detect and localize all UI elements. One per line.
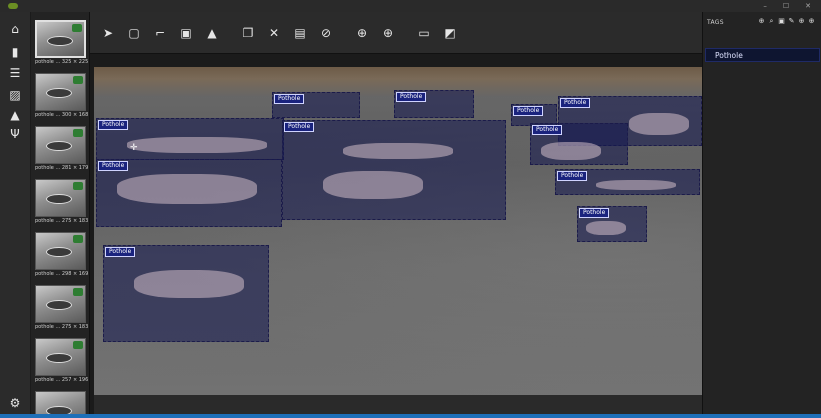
thumbnail-caption: pothole ... 275 × 183: [35, 324, 89, 330]
tagged-badge-icon: [73, 341, 83, 349]
plug-icon[interactable]: Ψ: [8, 127, 22, 141]
tagged-badge-icon: [72, 24, 82, 32]
thumbnail-item[interactable]: pothole ... 281 × 179: [35, 126, 89, 171]
thumbnail-caption: pothole ... 257 × 196: [35, 377, 89, 383]
thumbnail-caption: pothole ... 275 × 183: [35, 218, 89, 224]
tagged-badge-icon: [73, 288, 83, 296]
next-icon[interactable]: ⊕: [380, 25, 396, 41]
thumbnail-image: [35, 338, 86, 376]
nav-rail: ⌂ ▮ ☰ ▨ ▲ Ψ ⚙: [0, 12, 30, 418]
region-tag: Pothole: [98, 120, 129, 130]
region-box[interactable]: Pothole: [530, 123, 628, 165]
thumbnail-item[interactable]: pothole ... 275 × 183: [35, 179, 89, 224]
image-icon[interactable]: ▨: [8, 88, 22, 102]
region-tag: Pothole: [513, 106, 544, 116]
copy-rectangle-icon[interactable]: ▣: [178, 25, 194, 41]
region-tag: Pothole: [274, 94, 305, 104]
region-tag: Pothole: [396, 92, 427, 102]
thumbnail-image: [35, 126, 86, 164]
region-tag: Pothole: [284, 122, 315, 132]
thumbnail-item[interactable]: pothole ... 325 × 225: [35, 20, 89, 65]
window-controls: – ☐ ✕: [763, 0, 811, 12]
previous-icon[interactable]: ⊕: [354, 25, 370, 41]
region-box[interactable]: Pothole: [394, 90, 474, 118]
status-strip: [0, 414, 821, 418]
cut-icon[interactable]: ✕: [266, 25, 282, 41]
region-box[interactable]: Pothole: [577, 206, 647, 242]
paste-icon[interactable]: ▤: [292, 25, 308, 41]
region-tag: Pothole: [98, 161, 129, 171]
image-canvas[interactable]: Pothole Pothole Pothole Pothole Pothole …: [94, 67, 702, 395]
region-tag: Pothole: [105, 247, 136, 257]
crosshair-cursor-icon: ✛: [130, 143, 138, 153]
title-bar: – ☐ ✕: [0, 0, 821, 12]
maximize-icon[interactable]: ☐: [783, 0, 789, 12]
region-box[interactable]: Pothole: [555, 169, 700, 195]
thumbnail-item[interactable]: pothole ... 275 × 183: [35, 285, 89, 330]
region-box[interactable]: Pothole: [96, 159, 282, 227]
app-logo-icon: [8, 3, 18, 9]
add-tag-icon[interactable]: ⊕: [758, 18, 765, 25]
thumbnail-caption: pothole ... 281 × 179: [35, 165, 89, 171]
thumbnail-caption: pothole ... 325 × 225: [35, 59, 89, 65]
export-icon[interactable]: ◩: [442, 25, 458, 41]
settings-icon[interactable]: ⚙: [8, 396, 22, 410]
tagged-badge-icon: [73, 182, 83, 190]
thumbnail-caption: pothole ... 300 × 168: [35, 112, 89, 118]
thumbnail-image: [35, 285, 86, 323]
rectangle-icon[interactable]: ▢: [126, 25, 142, 41]
region-tag: Pothole: [579, 208, 610, 218]
region-tag: Pothole: [557, 171, 588, 181]
tagged-badge-icon: [73, 235, 83, 243]
close-icon[interactable]: ✕: [805, 0, 811, 12]
sliders-icon[interactable]: ☰: [8, 66, 22, 80]
region-box[interactable]: Pothole: [272, 92, 360, 118]
thumbnail-item[interactable]: pothole ... 257 × 196: [35, 338, 89, 383]
thumbnail-caption: pothole ... 298 × 169: [35, 271, 89, 277]
tagged-badge-icon: [73, 129, 83, 137]
region-tag: Pothole: [560, 98, 591, 108]
clear-icon[interactable]: ⊘: [318, 25, 334, 41]
save-icon[interactable]: ▭: [416, 25, 432, 41]
region-box[interactable]: Pothole: [282, 120, 506, 220]
editor-toolbar: ➤ ▢ ⌐ ▣ ▲ ❐ ✕ ▤ ⊘ ⊕ ⊕ ▭ ◩: [90, 12, 702, 54]
tag-item-pothole[interactable]: Pothole: [705, 48, 820, 62]
thumbnail-item[interactable]: pothole ... 298 × 169: [35, 232, 89, 277]
thumbnail-image: [35, 20, 86, 58]
edit-tag-icon[interactable]: ✎: [788, 18, 795, 25]
thumbnail-strip: pothole ... 325 × 225 pothole ... 300 × …: [31, 12, 90, 418]
region-box[interactable]: Pothole: [103, 245, 269, 342]
polygon-icon[interactable]: ⌐: [152, 25, 168, 41]
bookmark-icon[interactable]: ▮: [8, 45, 22, 59]
tagged-badge-icon: [73, 76, 83, 84]
tags-panel-title: TAGS: [707, 19, 724, 26]
thumbnail-image: [35, 179, 86, 217]
tags-actions: ⊕ ⌕ ▣ ✎ ⊕ ⊕: [758, 18, 815, 25]
search-tags-icon[interactable]: ⌕: [768, 18, 775, 25]
copy-icon[interactable]: ❐: [240, 25, 256, 41]
minimize-icon[interactable]: –: [763, 0, 767, 12]
home-icon[interactable]: ⌂: [8, 22, 22, 36]
thumbnail-image: [35, 232, 86, 270]
lock-tag-icon[interactable]: ▣: [778, 18, 785, 25]
active-learning-icon[interactable]: ▲: [204, 25, 220, 41]
move-down-icon[interactable]: ⊕: [808, 18, 815, 25]
move-up-icon[interactable]: ⊕: [798, 18, 805, 25]
thumbnail-item[interactable]: pothole ... 300 × 168: [35, 73, 89, 118]
tag-item-label: Pothole: [715, 51, 743, 60]
pointer-icon[interactable]: ➤: [100, 25, 116, 41]
tags-panel: TAGS ⊕ ⌕ ▣ ✎ ⊕ ⊕ Pothole: [702, 12, 821, 414]
region-box[interactable]: Pothole: [96, 118, 284, 160]
graduation-cap-icon[interactable]: ▲: [8, 108, 22, 122]
region-tag: Pothole: [532, 125, 563, 135]
thumbnail-image: [35, 73, 86, 111]
